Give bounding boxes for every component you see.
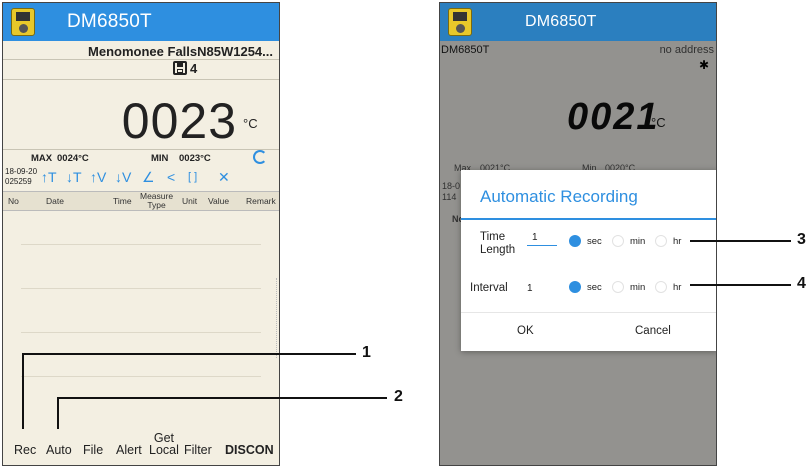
interval-min-label: min (630, 282, 646, 293)
callout-number-3: 3 (797, 231, 806, 248)
chart-toolbar: 18-09-20 025259 ↑T ↓T ↑V ↓V ∠ < [ ] ✕ (3, 166, 279, 190)
automatic-recording-dialog: Automatic Recording Time Length 1 sec mi… (461, 170, 716, 351)
get-local-button[interactable]: Get Local (149, 432, 179, 457)
interval-sec-label: sec (587, 282, 602, 293)
app-title: DM6850T (525, 13, 597, 30)
get-local-line2: Local (149, 443, 179, 457)
file-button[interactable]: File (83, 443, 103, 457)
app-title: DM6850T (67, 11, 152, 32)
time-length-hr-radio[interactable] (655, 235, 667, 247)
callout-number-1: 1 (362, 344, 371, 361)
callout-leader-2 (57, 397, 387, 399)
main-reading: 0023 (121, 93, 237, 149)
time-length-min-radio[interactable] (612, 235, 624, 247)
multimeter-app-icon (11, 8, 35, 36)
location-label: Menomonee FallsN85W1254... (88, 44, 273, 59)
disconnect-button[interactable]: DISCON (225, 443, 274, 457)
dialog-title: Automatic Recording (480, 187, 638, 206)
phone-screen-dialog: DM6850T DM6850T no address ✱ 0021 °C Max… (439, 2, 717, 466)
callout-leader-1 (22, 353, 24, 429)
app-bar: DM6850T (3, 3, 279, 41)
table-row (21, 288, 261, 289)
scrollbar[interactable] (276, 278, 278, 358)
time-length-label-line2: Length (480, 244, 516, 256)
table-row (21, 332, 261, 333)
table-row (21, 244, 261, 245)
filter-button[interactable]: Filter (184, 443, 212, 457)
timestamp-date: 18-09-20 (5, 167, 38, 176)
ok-button[interactable]: OK (517, 325, 534, 337)
time-length-input[interactable]: 1 (532, 232, 538, 243)
bottom-action-bar: Rec Auto File Alert Get Local Filter DIS… (3, 431, 279, 465)
divider (3, 79, 279, 80)
col-measure-type: Measure Type (140, 192, 173, 210)
min-label: MIN (151, 153, 169, 164)
min-value: 0023°C (179, 153, 211, 164)
timestamp-time: 025259 (5, 177, 32, 186)
sort-time-down-icon[interactable]: ↓T (66, 169, 82, 185)
callout-leader-2 (57, 397, 59, 429)
col-date: Date (46, 196, 64, 206)
refresh-icon[interactable] (253, 150, 267, 164)
sort-value-down-icon[interactable]: ↓V (115, 169, 131, 185)
save-icon[interactable] (173, 61, 187, 75)
reading-unit: °C (243, 116, 258, 131)
min-max-stats: MAX 0024°C MIN 0023°C (3, 150, 279, 164)
time-length-input-underline (527, 245, 557, 246)
cancel-button[interactable]: Cancel (635, 325, 671, 337)
max-label: MAX (31, 153, 53, 164)
fullscreen-icon[interactable]: [ ] (188, 169, 197, 185)
rec-button[interactable]: Rec (14, 443, 36, 457)
time-length-min-label: min (630, 236, 646, 247)
multimeter-app-icon (448, 8, 472, 36)
col-remark: Remark (246, 196, 276, 206)
interval-hr-label: hr (673, 282, 682, 293)
time-length-sec-label: sec (587, 236, 602, 247)
close-icon[interactable]: ✕ (218, 169, 230, 185)
col-unit: Unit (182, 196, 198, 206)
interval-input[interactable]: 1 (527, 283, 533, 294)
dialog-button-divider (461, 312, 716, 313)
max-value: 0024°C (57, 153, 89, 164)
time-length-label-line1: Time (480, 231, 506, 243)
app-bar: DM6850T (440, 3, 716, 41)
share-icon[interactable]: < (167, 169, 175, 185)
callout-leader-1 (22, 353, 356, 355)
divider (3, 149, 279, 150)
time-length-sec-radio[interactable] (569, 235, 581, 247)
time-length-hr-label: hr (673, 236, 682, 247)
dialog-title-divider (461, 218, 716, 220)
col-no: No (8, 196, 19, 206)
col-value: Value (208, 196, 230, 206)
interval-label: Interval (470, 282, 508, 294)
col-time: Time (113, 196, 132, 206)
auto-button[interactable]: Auto (46, 443, 72, 457)
sort-value-up-icon[interactable]: ↑V (90, 169, 106, 185)
interval-min-radio[interactable] (612, 281, 624, 293)
saved-count: 4 (190, 61, 198, 76)
table-row (21, 376, 261, 377)
time-length-label: Time Length (480, 231, 515, 257)
callout-leader-4 (690, 284, 791, 286)
interval-sec-radio[interactable] (569, 281, 581, 293)
timestamp: 18-09-20 025259 (5, 167, 37, 187)
table-header: No Date Time Measure Type Unit Value Rem… (3, 191, 279, 211)
divider (3, 59, 279, 60)
callout-leader-3 (690, 240, 791, 242)
interval-hr-radio[interactable] (655, 281, 667, 293)
callout-number-2: 2 (394, 388, 403, 405)
alert-button[interactable]: Alert (116, 443, 142, 457)
col-measure-type-line2: Type (147, 200, 166, 210)
callout-number-4: 4 (797, 275, 806, 292)
sort-time-up-icon[interactable]: ↑T (41, 169, 57, 185)
trend-icon[interactable]: ∠ (142, 169, 155, 185)
